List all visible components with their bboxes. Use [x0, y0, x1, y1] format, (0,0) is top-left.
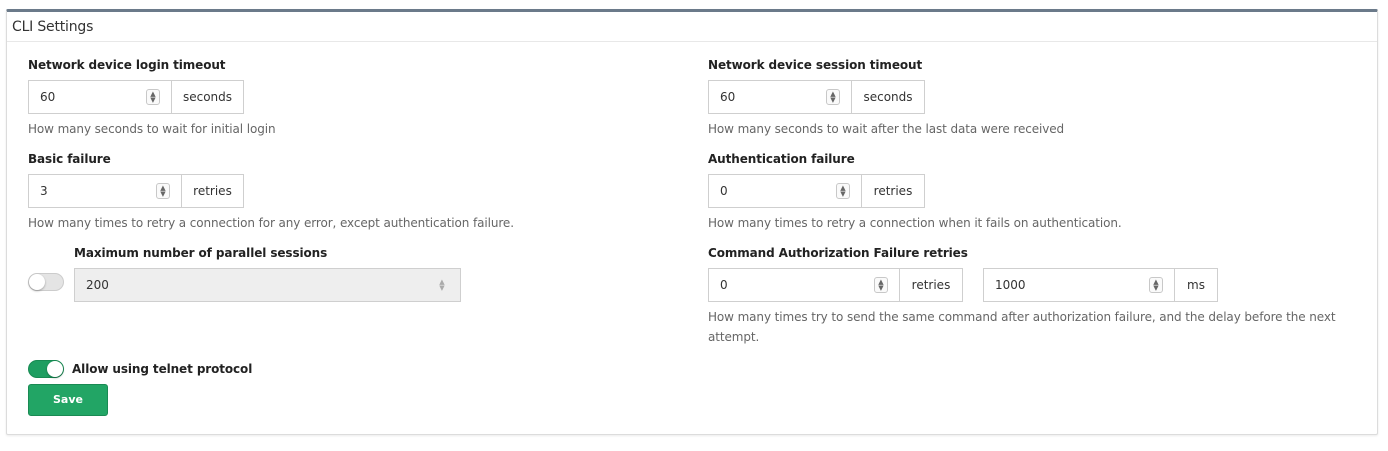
- toggle-knob: [47, 361, 63, 377]
- panel-title: CLI Settings: [12, 19, 94, 35]
- cmd-auth-failure-help: How many times try to send the same comm…: [708, 310, 1336, 344]
- basic-failure-input[interactable]: 3 ▲ ▼: [28, 174, 182, 208]
- auth-failure-label: Authentication failure: [708, 152, 855, 166]
- save-button[interactable]: Save: [28, 384, 108, 416]
- spinner-icon[interactable]: ▲ ▼: [146, 89, 160, 105]
- basic-failure-label: Basic failure: [28, 152, 111, 166]
- session-timeout-group: 60 ▲ ▼ seconds: [708, 80, 925, 114]
- cmd-auth-delay-input[interactable]: 1000 ▲ ▼: [983, 268, 1175, 302]
- basic-failure-unit: retries: [182, 174, 244, 208]
- login-timeout-label: Network device login timeout: [28, 58, 226, 72]
- basic-failure-value: 3: [40, 184, 48, 198]
- session-timeout-help: How many seconds to wait after the last …: [708, 122, 1065, 136]
- session-timeout-label: Network device session timeout: [708, 58, 923, 72]
- login-timeout-unit: seconds: [172, 80, 244, 114]
- basic-failure-help: How many times to retry a connection for…: [28, 216, 514, 230]
- cmd-auth-delay-value: 1000: [995, 278, 1026, 292]
- basic-failure-group: 3 ▲ ▼ retries: [28, 174, 244, 208]
- cmd-auth-delay-unit: ms: [1175, 268, 1218, 302]
- cmd-auth-retries-unit: retries: [900, 268, 963, 302]
- cmd-auth-retries-group: 0 ▲ ▼ retries: [708, 268, 963, 302]
- parallel-sessions-toggle[interactable]: [28, 273, 64, 291]
- auth-failure-help: How many times to retry a connection whe…: [708, 216, 1122, 230]
- login-timeout-input[interactable]: 60 ▲ ▼: [28, 80, 172, 114]
- login-timeout-value: 60: [40, 90, 56, 104]
- spinner-icon[interactable]: ▲ ▼: [826, 89, 840, 105]
- spinner-icon[interactable]: ▲ ▼: [156, 183, 170, 199]
- spinner-icon[interactable]: ▲ ▼: [836, 183, 850, 199]
- telnet-label: Allow using telnet protocol: [72, 362, 253, 376]
- auth-failure-value: 0: [720, 184, 728, 198]
- telnet-toggle[interactable]: [28, 360, 64, 378]
- session-timeout-unit: seconds: [852, 80, 925, 114]
- parallel-sessions-input[interactable]: 200 ▲ ▼: [74, 268, 461, 302]
- login-timeout-group: 60 ▲ ▼ seconds: [28, 80, 244, 114]
- cmd-auth-delay-group: 1000 ▲ ▼ ms: [983, 268, 1218, 302]
- auth-failure-input[interactable]: 0 ▲ ▼: [708, 174, 862, 208]
- auth-failure-group: 0 ▲ ▼ retries: [708, 174, 925, 208]
- parallel-sessions-value: 200: [86, 278, 109, 292]
- panel-header: CLI Settings: [7, 12, 1377, 42]
- auth-failure-unit: retries: [862, 174, 925, 208]
- spinner-icon: ▲ ▼: [439, 278, 445, 292]
- spinner-icon[interactable]: ▲ ▼: [874, 277, 888, 293]
- login-timeout-help: How many seconds to wait for initial log…: [28, 122, 276, 136]
- parallel-sessions-label: Maximum number of parallel sessions: [74, 246, 328, 260]
- cmd-auth-retries-value: 0: [720, 278, 728, 292]
- cmd-auth-retries-input[interactable]: 0 ▲ ▼: [708, 268, 900, 302]
- cmd-auth-failure-label: Command Authorization Failure retries: [708, 246, 968, 260]
- session-timeout-value: 60: [720, 90, 736, 104]
- toggle-knob: [29, 274, 45, 290]
- spinner-icon[interactable]: ▲ ▼: [1149, 277, 1163, 293]
- parallel-sessions-group: 200 ▲ ▼: [74, 268, 461, 302]
- session-timeout-input[interactable]: 60 ▲ ▼: [708, 80, 852, 114]
